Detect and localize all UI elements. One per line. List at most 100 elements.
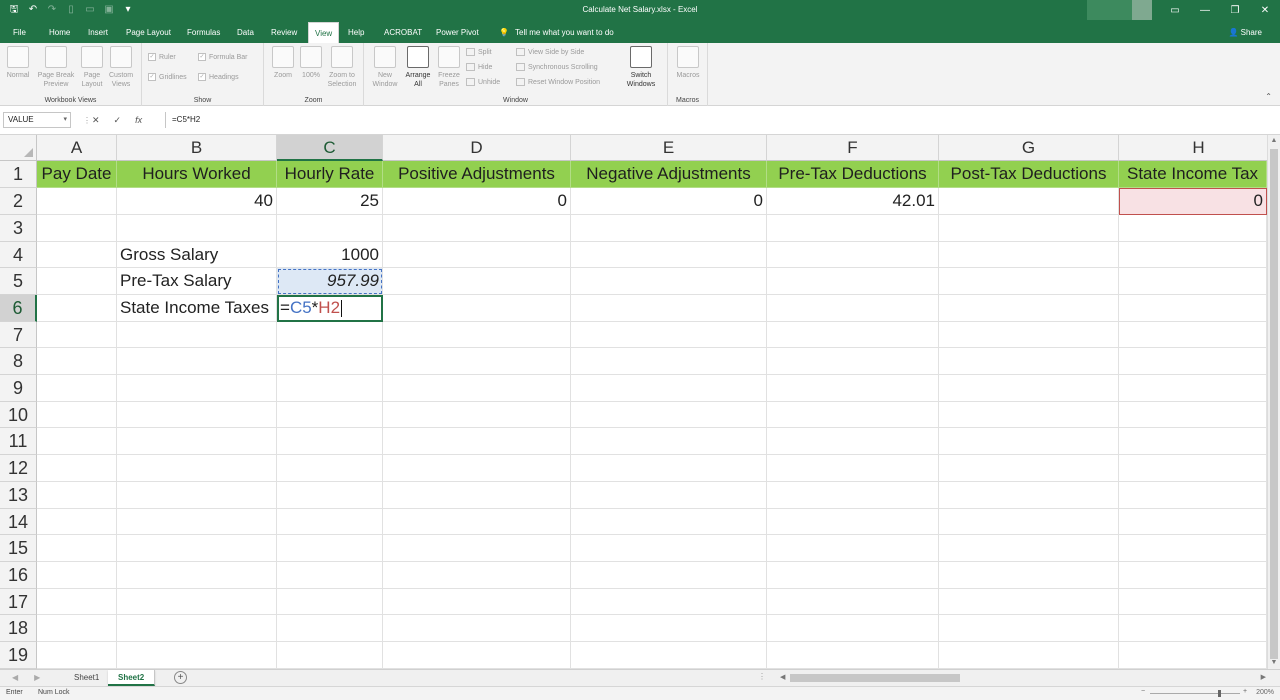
row-header-15[interactable]: 15 — [0, 535, 37, 562]
tell-me-search[interactable]: Tell me what you want to do — [515, 22, 614, 43]
ribbon-display-icon[interactable]: ▭ — [1160, 0, 1190, 22]
row-header-10[interactable]: 10 — [0, 402, 37, 428]
scroll-right-icon[interactable]: ▶ — [1261, 672, 1266, 684]
view-side-by-side-button[interactable]: View Side by Side — [516, 48, 584, 56]
macros-button[interactable]: Macros — [673, 46, 703, 80]
cell-a2[interactable] — [37, 188, 117, 215]
switch-windows-button[interactable]: Switch Windows — [620, 46, 662, 89]
row-header-9[interactable]: 9 — [0, 375, 37, 402]
cell-g2[interactable] — [939, 188, 1119, 215]
scroll-down-icon[interactable]: ▼ — [1268, 657, 1280, 669]
sheet-tab-sheet2[interactable]: Sheet2 — [108, 670, 156, 686]
row-header-13[interactable]: 13 — [0, 482, 37, 509]
horizontal-scrollbar[interactable]: ◀ ▶ — [778, 672, 1268, 684]
tab-home[interactable]: Home — [49, 22, 70, 43]
tab-review[interactable]: Review — [271, 22, 297, 43]
add-sheet-icon[interactable]: + — [174, 671, 187, 684]
tab-acrobat[interactable]: ACROBAT — [384, 22, 422, 43]
row-header-7[interactable]: 7 — [0, 322, 37, 348]
cell-h1[interactable]: State Income Tax — [1119, 161, 1267, 188]
row-header-6[interactable]: 6 — [0, 295, 37, 322]
cancel-formula-button[interactable]: ✕ — [92, 112, 100, 128]
cell-a1[interactable]: Pay Date — [37, 161, 117, 188]
custom-views-button[interactable]: Custom Views — [106, 46, 136, 89]
column-header-g[interactable]: G — [939, 135, 1119, 161]
worksheet-grid[interactable]: A B C D E F G H 1 2 3 4 5 6 7 8 9 10 11 … — [0, 135, 1267, 669]
row-header-1[interactable]: 1 — [0, 161, 37, 188]
close-button[interactable]: ✕ — [1250, 0, 1280, 22]
vertical-scroll-thumb[interactable] — [1270, 149, 1278, 659]
column-header-a[interactable]: A — [37, 135, 117, 161]
tab-view[interactable]: View — [308, 22, 340, 43]
account-area[interactable] — [1087, 0, 1152, 20]
cell-c2[interactable]: 25 — [277, 188, 383, 215]
chevron-down-icon[interactable]: ▾ — [63, 113, 67, 127]
cell-d2[interactable]: 0 — [383, 188, 571, 215]
row-header-3[interactable]: 3 — [0, 215, 37, 242]
page-break-preview-button[interactable]: Page Break Preview — [35, 46, 77, 89]
unhide-button[interactable]: Unhide — [466, 78, 500, 86]
restore-button[interactable]: ❐ — [1220, 0, 1250, 22]
formula-bar-checkbox[interactable]: ✓ Formula Bar — [198, 53, 248, 61]
cell-b6[interactable]: State Income Taxes — [117, 295, 277, 322]
tab-insert[interactable]: Insert — [88, 22, 108, 43]
cell-f1[interactable]: Pre-Tax Deductions — [767, 161, 939, 188]
avatar[interactable] — [1132, 0, 1152, 20]
select-all-button[interactable] — [0, 135, 37, 161]
cell-b4[interactable]: Gross Salary — [117, 242, 277, 268]
next-sheet-icon[interactable]: ▶ — [34, 673, 40, 682]
normal-view-button[interactable]: Normal — [4, 46, 32, 80]
scroll-left-icon[interactable]: ◀ — [780, 672, 785, 684]
cell-b5[interactable]: Pre-Tax Salary — [117, 268, 277, 295]
synchronous-scrolling-button[interactable]: Synchronous Scrolling — [516, 63, 598, 71]
row-header-17[interactable]: 17 — [0, 589, 37, 615]
prev-sheet-icon[interactable]: ◀ — [12, 673, 18, 682]
tab-help[interactable]: Help — [348, 22, 364, 43]
zoom-100-button[interactable]: 100% — [298, 46, 324, 80]
zoom-level[interactable]: 200% — [1256, 689, 1274, 696]
minimize-button[interactable]: — — [1190, 0, 1220, 22]
column-header-c[interactable]: C — [277, 135, 383, 161]
tab-file[interactable]: File — [13, 22, 26, 43]
sheet-tab-sheet1[interactable]: Sheet1 — [64, 670, 111, 686]
column-header-d[interactable]: D — [383, 135, 571, 161]
zoom-slider-knob[interactable] — [1218, 690, 1221, 697]
scroll-up-icon[interactable]: ▲ — [1268, 135, 1280, 147]
cell-g1[interactable]: Post-Tax Deductions — [939, 161, 1119, 188]
zoom-in-icon[interactable]: + — [1243, 688, 1247, 695]
cell-f2[interactable]: 42.01 — [767, 188, 939, 215]
column-header-b[interactable]: B — [117, 135, 277, 161]
tab-formulas[interactable]: Formulas — [187, 22, 220, 43]
vertical-scrollbar[interactable]: ▲ ▼ — [1267, 135, 1280, 669]
arrange-all-button[interactable]: Arrange All — [402, 46, 434, 89]
row-header-12[interactable]: 12 — [0, 455, 37, 482]
new-window-button[interactable]: New Window — [370, 46, 400, 89]
reset-window-position-button[interactable]: Reset Window Position — [516, 78, 600, 86]
column-header-h[interactable]: H — [1119, 135, 1267, 161]
gridlines-checkbox[interactable]: ✓ Gridlines — [148, 73, 187, 81]
row-header-19[interactable]: 19 — [0, 642, 37, 669]
cell-e1[interactable]: Negative Adjustments — [571, 161, 767, 188]
row-header-4[interactable]: 4 — [0, 242, 37, 268]
headings-checkbox[interactable]: ✓ Headings — [198, 73, 239, 81]
cell-e2[interactable]: 0 — [571, 188, 767, 215]
row-header-2[interactable]: 2 — [0, 188, 37, 215]
row-header-8[interactable]: 8 — [0, 348, 37, 375]
column-header-f[interactable]: F — [767, 135, 939, 161]
zoom-slider[interactable] — [1150, 693, 1240, 694]
row-header-18[interactable]: 18 — [0, 615, 37, 642]
tab-power-pivot[interactable]: Power Pivot — [436, 22, 479, 43]
ruler-checkbox[interactable]: ✓ Ruler — [148, 53, 176, 61]
tab-data[interactable]: Data — [237, 22, 254, 43]
row-header-16[interactable]: 16 — [0, 562, 37, 589]
tab-split-handle-icon[interactable]: ⋮ — [758, 672, 766, 681]
cell-c5[interactable]: 957.99 — [277, 268, 383, 295]
row-header-11[interactable]: 11 — [0, 428, 37, 455]
row-header-5[interactable]: 5 — [0, 268, 37, 295]
column-header-e[interactable]: E — [571, 135, 767, 161]
share-button[interactable]: 👤 Share — [1228, 22, 1262, 43]
cell-d1[interactable]: Positive Adjustments — [383, 161, 571, 188]
cell-b2[interactable]: 40 — [117, 188, 277, 215]
cell-b1[interactable]: Hours Worked — [117, 161, 277, 188]
zoom-button[interactable]: Zoom — [269, 46, 297, 80]
